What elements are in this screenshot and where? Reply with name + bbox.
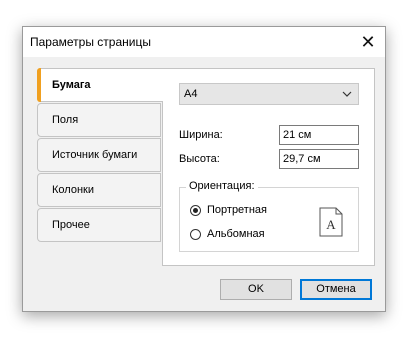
tab-paper-source-label: Источник бумаги <box>52 149 138 161</box>
paper-size-value: A4 <box>184 88 198 100</box>
paper-panel: A4 Ширина: 21 см Высота: 29,7 см Ориента… <box>162 68 375 266</box>
dialog-title: Параметры страницы <box>30 35 151 49</box>
tab-paper-source[interactable]: Источник бумаги <box>37 138 161 172</box>
tab-margins[interactable]: Поля <box>37 103 161 137</box>
tab-margins-label: Поля <box>52 114 79 126</box>
ok-button[interactable]: OK <box>220 279 292 300</box>
page-portrait-icon: A <box>319 207 343 237</box>
close-icon[interactable]: ✕ <box>351 27 385 57</box>
page-setup-dialog: Параметры страницы ✕ Бумага Поля Источни… <box>22 26 386 312</box>
paper-size-select[interactable]: A4 <box>179 83 359 105</box>
page-icon-letter: A <box>326 217 336 232</box>
tab-other-label: Прочее <box>52 219 90 231</box>
portrait-radio[interactable] <box>190 204 201 216</box>
landscape-option[interactable]: Альбомная <box>190 228 265 240</box>
width-label: Ширина: <box>179 129 223 141</box>
tab-other[interactable]: Прочее <box>37 208 161 242</box>
tab-columns-label: Колонки <box>52 184 94 196</box>
tab-paper-label: Бумага <box>52 79 91 91</box>
width-field[interactable]: 21 см <box>279 125 359 145</box>
orientation-group: Ориентация: Портретная Альбомная A <box>179 180 359 252</box>
orientation-title: Ориентация: <box>186 180 258 192</box>
portrait-option[interactable]: Портретная <box>190 204 267 216</box>
landscape-label: Альбомная <box>207 228 265 240</box>
height-label: Высота: <box>179 153 220 165</box>
landscape-radio[interactable] <box>190 228 201 240</box>
tab-columns[interactable]: Колонки <box>37 173 161 207</box>
tab-paper[interactable]: Бумага <box>37 68 163 102</box>
height-field[interactable]: 29,7 см <box>279 149 359 169</box>
active-tab-accent <box>37 68 41 102</box>
title-bar: Параметры страницы ✕ <box>23 27 385 57</box>
cancel-button[interactable]: Отмена <box>300 279 372 300</box>
portrait-label: Портретная <box>207 204 267 216</box>
chevron-down-icon <box>342 84 352 111</box>
